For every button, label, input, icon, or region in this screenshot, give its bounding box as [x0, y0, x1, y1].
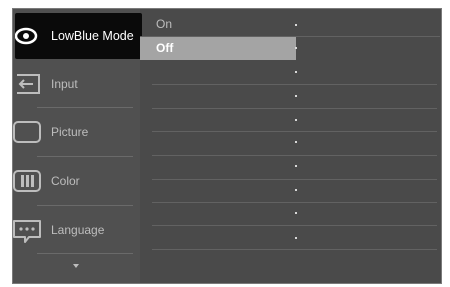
row-divider: [152, 249, 437, 250]
option-off[interactable]: Off: [140, 37, 296, 60]
row-indicator: [295, 24, 297, 26]
menu-item-label: LowBlue Mode: [51, 29, 134, 43]
row-divider: [152, 155, 437, 156]
row-indicator: [295, 237, 297, 239]
option-label: Off: [156, 41, 174, 55]
row-divider: [152, 84, 437, 85]
menu-item-label: Picture: [51, 125, 89, 139]
option-on[interactable]: On: [140, 13, 440, 36]
main-menu: LowBlue Mode Input Picture Color Languag…: [13, 9, 142, 283]
row-indicator: [295, 141, 297, 143]
menu-divider: [37, 205, 133, 206]
picture-icon: [13, 117, 43, 147]
row-indicator: [295, 165, 297, 167]
menu-item-label: Input: [51, 77, 78, 91]
submenu-panel: On Off: [140, 9, 441, 283]
row-indicator: [295, 95, 297, 97]
row-indicator: [295, 47, 297, 49]
eye-icon: [14, 21, 45, 51]
row-indicator: [295, 119, 297, 121]
menu-item-picture[interactable]: Picture: [13, 109, 140, 155]
menu-item-label: Language: [51, 223, 105, 237]
row-divider: [152, 202, 437, 203]
row-indicator: [295, 189, 297, 191]
row-indicator: [295, 71, 297, 73]
option-label: On: [156, 17, 173, 31]
menu-divider: [37, 253, 133, 254]
input-icon: [13, 69, 43, 99]
menu-item-language[interactable]: Language: [13, 207, 140, 253]
menu-item-color[interactable]: Color: [13, 158, 140, 204]
row-indicator: [295, 212, 297, 214]
color-icon: [13, 166, 43, 196]
row-divider: [152, 225, 437, 226]
row-divider: [152, 108, 437, 109]
row-divider: [152, 179, 437, 180]
menu-item-label: Color: [51, 174, 80, 188]
menu-item-input[interactable]: Input: [13, 61, 140, 107]
osd-menu-window: LowBlue Mode Input Picture Color Languag…: [12, 8, 442, 284]
row-divider: [152, 131, 437, 132]
language-icon: [13, 215, 43, 245]
menu-item-lowblue-mode[interactable]: LowBlue Mode: [14, 13, 142, 59]
chevron-down-icon[interactable]: [73, 264, 79, 268]
menu-divider: [37, 107, 133, 108]
menu-divider: [37, 156, 133, 157]
